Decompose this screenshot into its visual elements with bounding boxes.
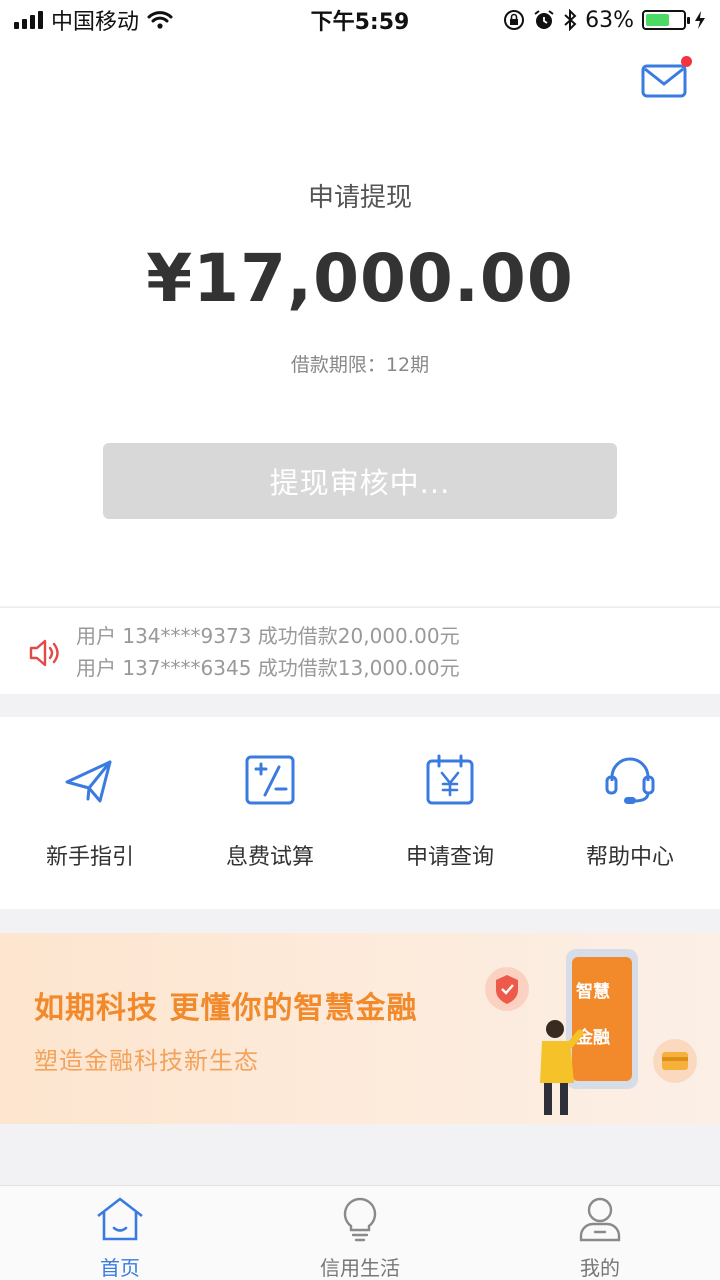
unread-badge xyxy=(681,56,692,67)
quick-menu: 新手指引 息费试算 申请查询 帮助中心 xyxy=(0,717,720,909)
banner-title: 如期科技 更懂你的智慧金融 xyxy=(34,991,418,1026)
menu-item-guide[interactable]: 新手指引 xyxy=(0,717,180,909)
menu-item-application-query[interactable]: 申请查询 xyxy=(360,717,540,909)
messages-button[interactable] xyxy=(640,56,692,100)
headset-icon xyxy=(605,757,655,804)
user-icon xyxy=(579,1197,621,1242)
withdraw-amount: ¥17,000.00 xyxy=(146,240,574,317)
tab-mine[interactable]: 我的 xyxy=(480,1186,720,1280)
status-bar: 中国移动 下午5:59 63% xyxy=(0,0,720,40)
loan-ticker: 用户 134****9373 成功借款20,000.00元 用户 137****… xyxy=(0,607,720,694)
svg-text:智慧: 智慧 xyxy=(576,981,610,1002)
menu-label: 帮助中心 xyxy=(585,845,674,870)
banner-subtitle: 塑造金融科技新生态 xyxy=(34,1047,259,1075)
calculator-icon xyxy=(245,755,295,805)
bottom-tab-bar: 首页 信用生活 我的 xyxy=(0,1185,720,1280)
ticker-line: 用户 134****9373 成功借款20,000.00元 xyxy=(76,624,460,648)
finance-illustration: 智慧 金融 xyxy=(485,949,697,1115)
page-title: 申请提现 xyxy=(307,183,412,213)
carrier-label: 中国移动 xyxy=(51,10,140,35)
bluetooth-icon xyxy=(564,9,577,31)
menu-item-help-center[interactable]: 帮助中心 xyxy=(540,717,720,909)
lightbulb-icon xyxy=(343,1197,377,1242)
menu-label: 息费试算 xyxy=(225,845,314,870)
menu-label: 申请查询 xyxy=(405,845,494,870)
tab-label: 我的 xyxy=(580,1256,620,1280)
menu-label: 新手指引 xyxy=(45,845,134,870)
tab-home[interactable]: 首页 xyxy=(0,1186,240,1280)
tab-label: 信用生活 xyxy=(320,1256,400,1280)
speaker-icon xyxy=(29,639,59,667)
tab-credit-life[interactable]: 信用生活 xyxy=(240,1186,480,1280)
withdraw-status-button[interactable]: 提现审核中... xyxy=(103,443,617,519)
paper-plane-icon xyxy=(65,760,112,803)
promo-banner[interactable]: 如期科技 更懂你的智慧金融 塑造金融科技新生态 智慧 金融 xyxy=(0,933,720,1124)
tab-label: 首页 xyxy=(100,1256,140,1280)
signal-icon xyxy=(14,11,43,29)
battery-percent: 63% xyxy=(585,7,634,33)
battery-icon xyxy=(642,10,690,30)
withdraw-card: 申请提现 ¥17,000.00 借款期限：12期 提现审核中... xyxy=(0,40,720,606)
mail-icon xyxy=(641,64,687,98)
lock-rotation-icon xyxy=(504,10,525,30)
calendar-yen-icon xyxy=(426,754,474,805)
menu-item-fee-calculator[interactable]: 息费试算 xyxy=(180,717,360,909)
wifi-icon xyxy=(147,11,173,29)
loan-term: 借款期限：12期 xyxy=(290,354,430,376)
home-icon xyxy=(97,1197,143,1241)
charging-icon xyxy=(695,11,705,29)
ticker-line: 用户 137****6345 成功借款13,000.00元 xyxy=(76,656,460,680)
alarm-icon xyxy=(534,10,554,29)
